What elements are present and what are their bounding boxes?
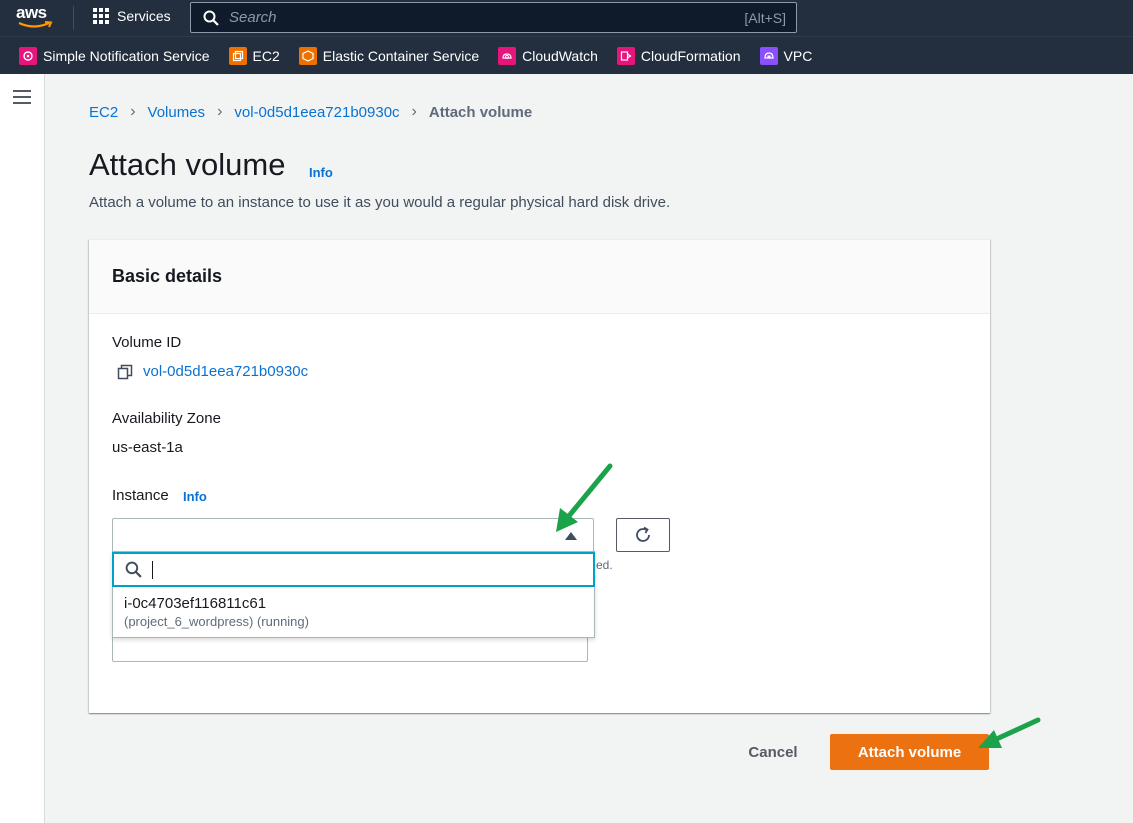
search-shortcut-hint: [Alt+S] <box>744 9 786 26</box>
instance-dropdown: i-0c4703ef116811c61 (project_6_wordpress… <box>112 551 595 638</box>
instance-info-link[interactable]: Info <box>183 489 207 504</box>
favorite-label: VPC <box>783 47 813 64</box>
page-title: Attach volume <box>89 147 286 182</box>
favorite-cloudformation[interactable]: CloudFormation <box>616 46 741 65</box>
refresh-icon <box>636 526 650 542</box>
favorite-cloudwatch[interactable]: CloudWatch <box>498 46 598 65</box>
instance-option[interactable]: i-0c4703ef116811c61 (project_6_wordpress… <box>113 590 594 636</box>
instance-select[interactable] <box>112 518 594 553</box>
chevron-right-icon: › <box>130 103 136 120</box>
services-menu-button[interactable]: Services <box>93 8 171 24</box>
favorite-label: CloudFormation <box>640 47 741 64</box>
aws-smile-icon <box>18 21 53 28</box>
vpc-icon <box>759 46 778 65</box>
refresh-instances-button[interactable] <box>616 518 670 552</box>
favorite-ec2[interactable]: EC2 <box>228 46 280 65</box>
top-navigation: aws Services [Alt+S] <box>0 0 1133 36</box>
instance-option-id: i-0c4703ef116811c61 <box>124 595 267 612</box>
side-navigation-rail <box>0 74 45 823</box>
copy-icon[interactable] <box>117 364 133 380</box>
favorite-vpc[interactable]: VPC <box>759 46 813 65</box>
attach-volume-button[interactable]: Attach volume <box>830 734 989 770</box>
favorite-label: Simple Notification Service <box>43 47 210 64</box>
chevron-right-icon: › <box>217 103 223 120</box>
favorites-bar: Simple Notification Service EC2 Elastic … <box>0 36 1133 74</box>
favorite-sns[interactable]: Simple Notification Service <box>19 46 210 65</box>
volume-id-label: Volume ID <box>112 334 182 351</box>
sns-icon <box>19 46 37 65</box>
cancel-button[interactable]: Cancel <box>731 735 815 769</box>
cloudformation-icon <box>616 46 635 65</box>
caret-up-icon <box>565 532 577 540</box>
favorite-label: Elastic Container Service <box>322 47 480 64</box>
services-grid-icon <box>93 8 109 24</box>
search-input[interactable] <box>229 9 745 26</box>
breadcrumb-current: Attach volume <box>428 103 533 121</box>
text-cursor <box>152 560 153 579</box>
aws-logo-text: aws <box>16 3 47 22</box>
volume-id-value: vol-0d5d1eea721b0930c <box>143 363 309 380</box>
nav-divider <box>73 6 74 30</box>
instance-label: Instance <box>112 487 169 504</box>
breadcrumb-volumes[interactable]: Volumes <box>148 104 206 121</box>
chevron-right-icon: › <box>411 103 417 120</box>
search-icon <box>203 10 219 26</box>
aws-logo[interactable]: aws <box>16 4 58 32</box>
instance-option-detail: (project_6_wordpress) (running) <box>124 614 309 629</box>
favorite-label: CloudWatch <box>522 47 598 64</box>
hamburger-menu-icon[interactable] <box>13 90 31 108</box>
breadcrumb: EC2 › Volumes › vol-0d5d1eea721b0930c › … <box>89 103 532 121</box>
title-info-link[interactable]: Info <box>309 165 333 180</box>
dropdown-filter-input[interactable] <box>112 552 595 587</box>
instance-hint-text: ed. <box>596 558 613 572</box>
favorite-ecs[interactable]: Elastic Container Service <box>298 46 480 65</box>
card-title: Basic details <box>112 266 223 286</box>
cloudwatch-icon <box>498 46 517 65</box>
availability-zone-value: us-east-1a <box>112 439 183 456</box>
favorite-label: EC2 <box>252 47 280 64</box>
ec2-icon <box>228 46 247 65</box>
card-header: Basic details <box>89 240 990 314</box>
services-label: Services <box>117 8 171 24</box>
page-description: Attach a volume to an instance to use it… <box>89 194 671 211</box>
availability-zone-label: Availability Zone <box>112 410 221 427</box>
breadcrumb-volume-id[interactable]: vol-0d5d1eea721b0930c <box>234 104 399 121</box>
search-icon <box>125 561 142 578</box>
global-search[interactable]: [Alt+S] <box>190 2 797 33</box>
breadcrumb-ec2[interactable]: EC2 <box>89 104 118 121</box>
volume-id-link[interactable]: vol-0d5d1eea721b0930c <box>117 363 308 380</box>
ecs-icon <box>298 46 317 65</box>
